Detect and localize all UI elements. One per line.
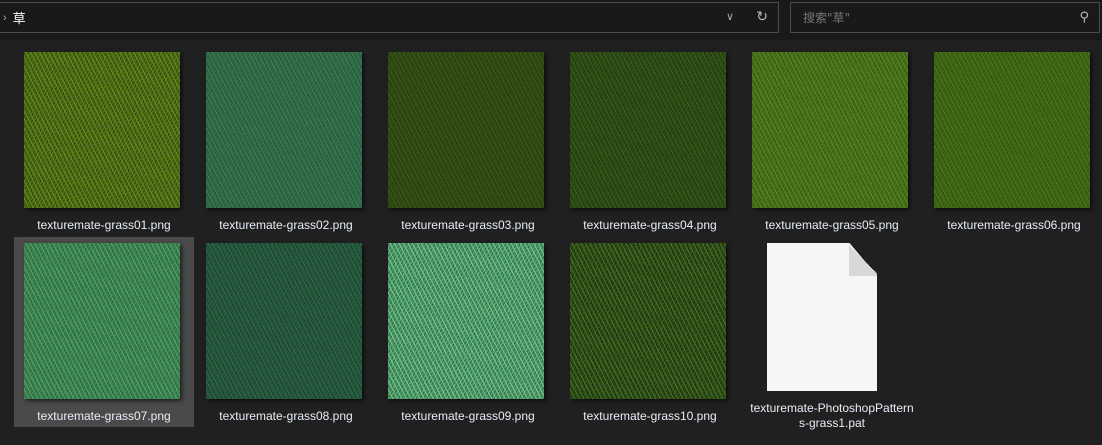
chevron-right-icon[interactable]: › [3, 12, 7, 24]
file-item[interactable]: texturemate-grass01.png [14, 46, 194, 236]
file-name: texturemate-grass01.png [37, 218, 171, 232]
file-name: texturemate-grass08.png [219, 409, 353, 423]
file-name: texturemate-grass07.png [37, 409, 171, 423]
file-item[interactable]: texturemate-grass09.png [378, 237, 558, 427]
image-thumbnail [570, 52, 726, 208]
image-thumbnail [24, 52, 180, 208]
image-thumbnail [206, 52, 362, 208]
search-input[interactable]: 搜索"草" ⚲ [790, 2, 1100, 33]
refresh-icon[interactable]: ↻ [756, 8, 768, 25]
file-item[interactable]: texturemate-grass08.png [196, 237, 376, 427]
image-thumbnail [206, 243, 362, 399]
image-thumbnail [752, 52, 908, 208]
image-thumbnail [388, 243, 544, 399]
file-item[interactable]: texturemate-grass03.png [378, 46, 558, 236]
file-item[interactable]: texturemate-grass07.png [14, 237, 194, 427]
search-placeholder: 搜索"草" [803, 11, 851, 25]
file-name: texturemate-grass05.png [765, 218, 899, 232]
file-item[interactable]: texturemate-grass06.png [924, 46, 1102, 236]
file-fold-icon [849, 243, 877, 276]
file-item[interactable]: texturemate-grass05.png [742, 46, 922, 236]
image-thumbnail [388, 52, 544, 208]
file-item[interactable]: texturemate-grass10.png [560, 237, 740, 427]
file-item[interactable]: texturemate-grass02.png [196, 46, 376, 236]
file-item[interactable]: texturemate-PhotoshopPatterns-grass1.pat [742, 237, 922, 430]
breadcrumb-folder[interactable]: 草 [13, 8, 26, 27]
search-icon[interactable]: ⚲ [1079, 9, 1089, 25]
file-name: texturemate-grass04.png [583, 218, 717, 232]
address-toolbar: › 草 ∨ ↻ 搜索"草" ⚲ [0, 0, 1102, 40]
file-name: texturemate-grass09.png [401, 409, 535, 423]
file-name: texturemate-PhotoshopPatterns-grass1.pat [750, 401, 914, 430]
file-name: texturemate-grass02.png [219, 218, 353, 232]
file-name: texturemate-grass06.png [947, 218, 1081, 232]
file-name: texturemate-grass10.png [583, 409, 717, 423]
file-name: texturemate-grass03.png [401, 218, 535, 232]
file-item[interactable]: texturemate-grass04.png [560, 46, 740, 236]
image-thumbnail [24, 243, 180, 399]
image-thumbnail [570, 243, 726, 399]
image-thumbnail [934, 52, 1090, 208]
address-bar[interactable]: › 草 ∨ ↻ [0, 2, 779, 33]
chevron-down-icon[interactable]: ∨ [726, 10, 734, 23]
